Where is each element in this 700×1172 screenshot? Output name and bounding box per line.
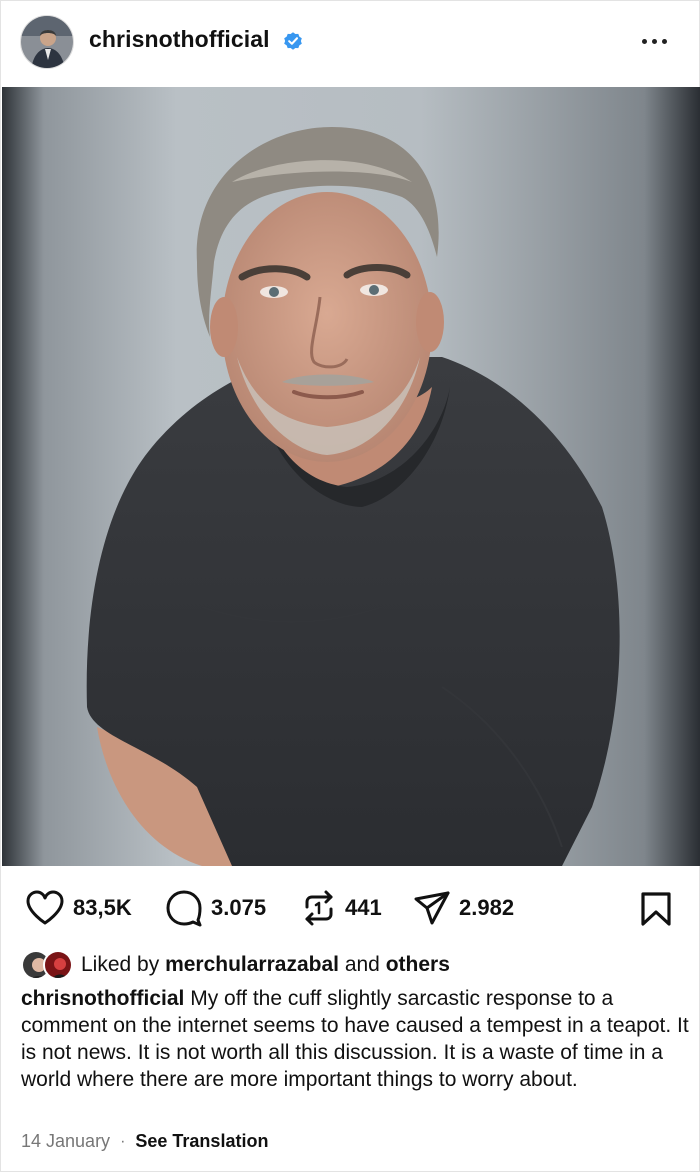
like-button[interactable]: 83,5K [25, 881, 132, 935]
liked-by-others[interactable]: others [386, 953, 450, 977]
liker-avatars [21, 950, 77, 980]
liked-by-prefix: Liked by [81, 953, 160, 976]
post-date: 14 January [21, 1131, 111, 1151]
post-username[interactable]: chrisnothofficial [89, 26, 270, 53]
save-button[interactable] [639, 891, 673, 932]
avatar-image [21, 16, 73, 68]
repost-count: 441 [345, 895, 382, 920]
repost-button[interactable]: 441 [301, 881, 382, 935]
liked-by-and: and [344, 953, 380, 976]
meta-separator: · [120, 1132, 126, 1150]
caption-username[interactable]: chrisnothofficial [21, 987, 184, 1010]
liked-by-user[interactable]: merchularrazabal [165, 953, 339, 977]
liked-by-row: Liked by merchularrazabal and others [21, 949, 450, 981]
bookmark-icon [641, 892, 671, 926]
post-header: chrisnothofficial [1, 1, 700, 87]
post-image[interactable] [2, 87, 700, 866]
share-count: 2.982 [459, 895, 515, 920]
see-translation-link[interactable]: See Translation [135, 1131, 268, 1152]
liker-avatar[interactable] [43, 950, 73, 980]
comment-count: 3.075 [211, 895, 267, 920]
like-count: 83,5K [73, 895, 132, 920]
post-action-bar: 83,5K 3.075 441 2.982 [1, 881, 700, 935]
post-card: chrisnothofficial 83,5K 3.075 441 2.982 … [0, 0, 700, 1172]
comment-button[interactable]: 3.075 [165, 881, 266, 935]
post-meta: 14 January · See Translation [21, 1131, 268, 1152]
comment-bubble-icon [166, 890, 202, 927]
share-button[interactable]: 2.982 [413, 881, 514, 935]
more-options-icon[interactable] [642, 31, 676, 51]
send-paper-plane-icon [414, 891, 450, 925]
repost-icon [305, 890, 333, 926]
portrait-photo [2, 87, 700, 866]
verified-badge-icon [284, 32, 302, 50]
heart-icon [26, 890, 64, 925]
post-caption: chrisnothofficial My off the cuff slight… [21, 985, 693, 1093]
profile-avatar[interactable] [20, 15, 74, 69]
